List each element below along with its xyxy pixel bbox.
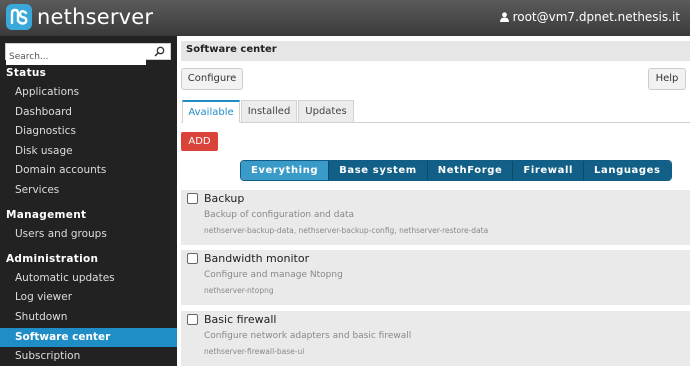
top-header: nethserver root@vm7.dpnet.nethesis.it bbox=[0, 0, 690, 36]
package-checkbox[interactable] bbox=[187, 193, 198, 204]
filter-base-system[interactable]: Base system bbox=[329, 161, 428, 180]
nethserver-logo[interactable]: nethserver bbox=[6, 4, 153, 30]
package-name: Backup bbox=[204, 192, 245, 205]
search-box bbox=[5, 43, 171, 65]
tab-installed[interactable]: Installed bbox=[241, 100, 297, 123]
sidebar-item-diagnostics[interactable]: Diagnostics bbox=[0, 122, 177, 141]
filter-nethforge[interactable]: NethForge bbox=[427, 161, 514, 180]
sidebar-item-software-center[interactable]: Software center bbox=[0, 328, 177, 347]
user-icon bbox=[499, 12, 509, 22]
package-checkbox[interactable] bbox=[187, 253, 198, 264]
add-button[interactable]: ADD bbox=[181, 132, 218, 151]
section-administration: Administration bbox=[6, 253, 99, 265]
sidebar-item-log-viewer[interactable]: Log viewer bbox=[0, 288, 177, 307]
sidebar-item-shutdown[interactable]: Shutdown bbox=[0, 308, 177, 327]
section-management: Management bbox=[6, 209, 87, 221]
tab-updates[interactable]: Updates bbox=[298, 100, 354, 123]
package-description: Configure network adapters and basic fir… bbox=[204, 331, 412, 341]
page-title-bar: Software center bbox=[181, 41, 690, 61]
sidebar-item-disk-usage[interactable]: Disk usage bbox=[0, 142, 177, 161]
sidebar-item-users-and-groups[interactable]: Users and groups bbox=[0, 225, 177, 244]
page-title: Software center bbox=[186, 44, 277, 55]
sidebar-item-domain-accounts[interactable]: Domain accounts bbox=[0, 161, 177, 180]
configure-button[interactable]: Configure bbox=[181, 68, 243, 90]
logo-text: nethserver bbox=[37, 5, 154, 29]
package-card-backup: Backup Backup of configuration and data … bbox=[181, 190, 690, 245]
package-rpms: nethserver-ntopng bbox=[204, 286, 274, 295]
package-name: Basic firewall bbox=[204, 313, 277, 326]
nethserver-logo-icon bbox=[6, 4, 32, 30]
package-card-bandwidth-monitor: Bandwidth monitor Configure and manage N… bbox=[181, 250, 690, 305]
sidebar-item-services[interactable]: Services bbox=[0, 181, 177, 200]
sidebar-item-dashboard[interactable]: Dashboard bbox=[0, 103, 177, 122]
package-rpms: nethserver-backup-data, nethserver-backu… bbox=[204, 226, 489, 235]
package-description: Backup of configuration and data bbox=[204, 210, 355, 220]
sidebar: Status Applications Dashboard Diagnostic… bbox=[0, 36, 177, 366]
filter-everything[interactable]: Everything bbox=[241, 161, 330, 180]
package-checkbox[interactable] bbox=[187, 314, 198, 325]
sidebar-item-subscription[interactable]: Subscription bbox=[0, 347, 177, 366]
main-content: Software center Configure Help Available… bbox=[177, 36, 690, 366]
filter-firewall[interactable]: Firewall bbox=[513, 161, 585, 180]
sidebar-item-automatic-updates[interactable]: Automatic updates bbox=[0, 269, 177, 288]
search-icon[interactable] bbox=[154, 46, 165, 57]
search-input[interactable] bbox=[6, 49, 146, 65]
sidebar-item-applications[interactable]: Applications bbox=[0, 83, 177, 102]
user-menu[interactable]: root@vm7.dpnet.nethesis.it bbox=[499, 10, 680, 24]
package-name: Bandwidth monitor bbox=[204, 252, 310, 265]
user-label: root@vm7.dpnet.nethesis.it bbox=[512, 10, 680, 24]
section-status: Status bbox=[6, 67, 47, 79]
tab-available[interactable]: Available bbox=[182, 100, 240, 123]
help-button[interactable]: Help bbox=[648, 68, 686, 90]
package-description: Configure and manage Ntopng bbox=[204, 270, 343, 280]
category-filter-group: Everything Base system NethForge Firewal… bbox=[240, 160, 672, 181]
package-rpms: nethserver-firewall-base-ui bbox=[204, 347, 305, 356]
package-card-basic-firewall: Basic firewall Configure network adapter… bbox=[181, 311, 690, 366]
filter-languages[interactable]: Languages bbox=[584, 161, 671, 180]
